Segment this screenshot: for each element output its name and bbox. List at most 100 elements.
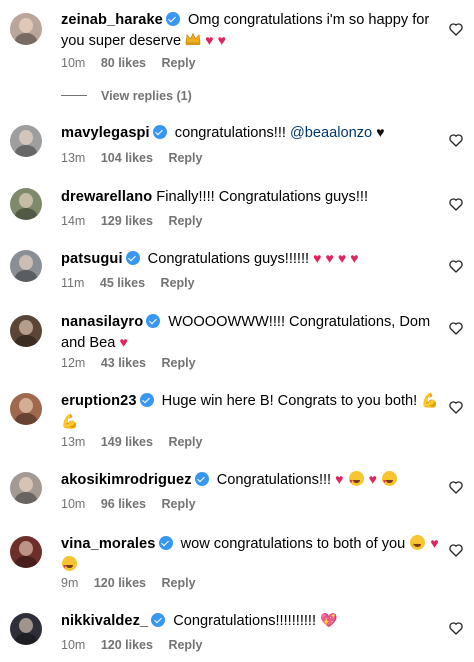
red-heart-emoji-icon: ♥ [325, 250, 334, 266]
verified-badge-icon [158, 536, 173, 550]
heart-eyes-emoji-icon [62, 556, 77, 578]
verified-badge-icon [151, 613, 166, 627]
comment-body: vina_morales wow congratulations to both… [61, 534, 440, 578]
heart-outline-icon[interactable] [448, 542, 464, 558]
crown-emoji-icon [185, 31, 201, 45]
comment-meta: 14m 129 likes Reply [61, 213, 214, 229]
heart-outline-icon[interactable] [448, 320, 464, 336]
comment-body: drewarellano Finally!!!! Congratulations… [61, 187, 440, 208]
avatar[interactable] [10, 250, 42, 282]
verified-badge-icon [165, 12, 180, 26]
reply-button[interactable]: Reply [161, 276, 195, 290]
reply-button[interactable]: Reply [168, 638, 202, 652]
sparkling-heart-emoji-icon: 💖 [320, 612, 338, 628]
heart-outline-icon[interactable] [448, 258, 464, 274]
avatar[interactable] [10, 13, 42, 45]
comment-username[interactable]: nikkivaldez_ [61, 613, 148, 629]
reply-button[interactable]: Reply [161, 56, 195, 70]
avatar[interactable] [10, 393, 42, 425]
comment-username[interactable]: mavylegaspi [61, 125, 150, 141]
heart-outline-icon[interactable] [448, 132, 464, 148]
red-heart-emoji-icon: ♥ [350, 250, 359, 266]
comment-meta: 13m 149 likes Reply [61, 434, 214, 450]
comment-body: akosikimrodriguez Congratulations!!! ♥ ♥ [61, 470, 440, 493]
comment-username[interactable]: eruption23 [61, 393, 137, 409]
comment-text: Congratulations!!!!!!!!!! [173, 613, 317, 629]
comment-time: 11m [61, 276, 85, 290]
red-heart-emoji-icon: ♥ [430, 535, 439, 551]
comment-text: congratulations!!! @beaalonzo [174, 125, 373, 141]
comment-time: 10m [61, 56, 86, 70]
comment-body: nikkivaldez_ Congratulations!!!!!!!!!! 💖 [61, 611, 440, 632]
verified-badge-icon [194, 472, 209, 486]
avatar[interactable] [10, 536, 42, 568]
likes-count[interactable]: 104 likes [101, 151, 153, 165]
reply-button[interactable]: Reply [161, 576, 195, 590]
view-replies-button[interactable]: View replies (1) [61, 89, 192, 103]
verified-badge-icon [152, 125, 167, 139]
likes-count[interactable]: 129 likes [101, 214, 153, 228]
comment-username[interactable]: zeinab_harake [61, 12, 163, 28]
mention-link[interactable]: @beaalonzo [290, 125, 372, 141]
comment-text: Congratulations!!! [216, 472, 332, 488]
comment-text: Finally!!!! Congratulations guys!!! [156, 189, 369, 205]
avatar[interactable] [10, 125, 42, 157]
heart-outline-icon[interactable] [448, 399, 464, 415]
red-heart-emoji-icon: ♥ [335, 471, 344, 487]
comment-body: zeinab_harake Omg congratulations i'm so… [61, 10, 440, 52]
comment-username[interactable]: akosikimrodriguez [61, 472, 192, 488]
heart-outline-icon[interactable] [448, 196, 464, 212]
heart-outline-icon[interactable] [448, 620, 464, 636]
reply-button[interactable]: Reply [168, 435, 202, 449]
red-heart-emoji-icon: ♥ [217, 32, 226, 48]
comment-time: 12m [61, 356, 86, 370]
comment-time: 10m [61, 638, 86, 652]
comment-username[interactable]: drewarellano [61, 189, 152, 205]
comment-time: 9m [61, 576, 79, 590]
heart-eyes-emoji-icon [381, 471, 397, 493]
comment-meta: 13m 104 likes Reply [61, 150, 214, 166]
likes-count[interactable]: 43 likes [101, 356, 146, 370]
comment-text: Huge win here B! Congrats to you both! [161, 393, 418, 409]
avatar[interactable] [10, 472, 42, 504]
likes-count[interactable]: 96 likes [101, 497, 146, 511]
red-heart-emoji-icon: ♥ [205, 32, 214, 48]
verified-badge-icon [125, 251, 140, 265]
comment-time: 14m [61, 214, 86, 228]
comment-meta: 10m 80 likes Reply [61, 55, 208, 71]
likes-count[interactable]: 120 likes [101, 638, 153, 652]
heart-outline-icon[interactable] [448, 21, 464, 37]
likes-count[interactable]: 45 likes [100, 276, 145, 290]
reply-button[interactable]: Reply [168, 214, 202, 228]
comment-time: 13m [61, 435, 86, 449]
comment-text: Congratulations guys!!!!!! [147, 251, 310, 267]
reply-button[interactable]: Reply [161, 356, 195, 370]
comment-username[interactable]: nanasilayro [61, 314, 143, 330]
comment-meta: 10m 96 likes Reply [61, 496, 208, 512]
avatar[interactable] [10, 613, 42, 645]
red-heart-emoji-icon: ♥ [119, 334, 128, 350]
likes-count[interactable]: 120 likes [94, 576, 146, 590]
heart-eyes-emoji-icon [348, 471, 364, 493]
reply-button[interactable]: Reply [168, 151, 202, 165]
comment-body: eruption23 Huge win here B! Congrats to … [61, 391, 440, 433]
red-heart-emoji-icon: ♥ [313, 250, 322, 266]
heart-outline-icon[interactable] [448, 479, 464, 495]
likes-count[interactable]: 149 likes [101, 435, 153, 449]
flexed-biceps-emoji-icon: 💪 [61, 413, 79, 429]
avatar[interactable] [10, 188, 42, 220]
comment-meta: 9m 120 likes Reply [61, 575, 208, 591]
comment-meta: 12m 43 likes Reply [61, 355, 208, 371]
flexed-biceps-emoji-icon: 💪 [421, 392, 439, 408]
red-heart-emoji-icon: ♥ [337, 250, 347, 266]
reply-button[interactable]: Reply [161, 497, 195, 511]
comment-username[interactable]: vina_morales [61, 536, 156, 552]
comment-body: nanasilayro WOOOOWWW!!!! Congratulations… [61, 312, 440, 354]
avatar[interactable] [10, 315, 42, 347]
view-replies-label: View replies (1) [101, 89, 192, 103]
likes-count[interactable]: 80 likes [101, 56, 146, 70]
black-heart-emoji-icon: ♥ [376, 124, 385, 140]
comment-body: patsugui Congratulations guys!!!!!! ♥ ♥ … [61, 249, 440, 270]
red-heart-emoji-icon: ♥ [368, 471, 377, 487]
comment-username[interactable]: patsugui [61, 251, 123, 267]
